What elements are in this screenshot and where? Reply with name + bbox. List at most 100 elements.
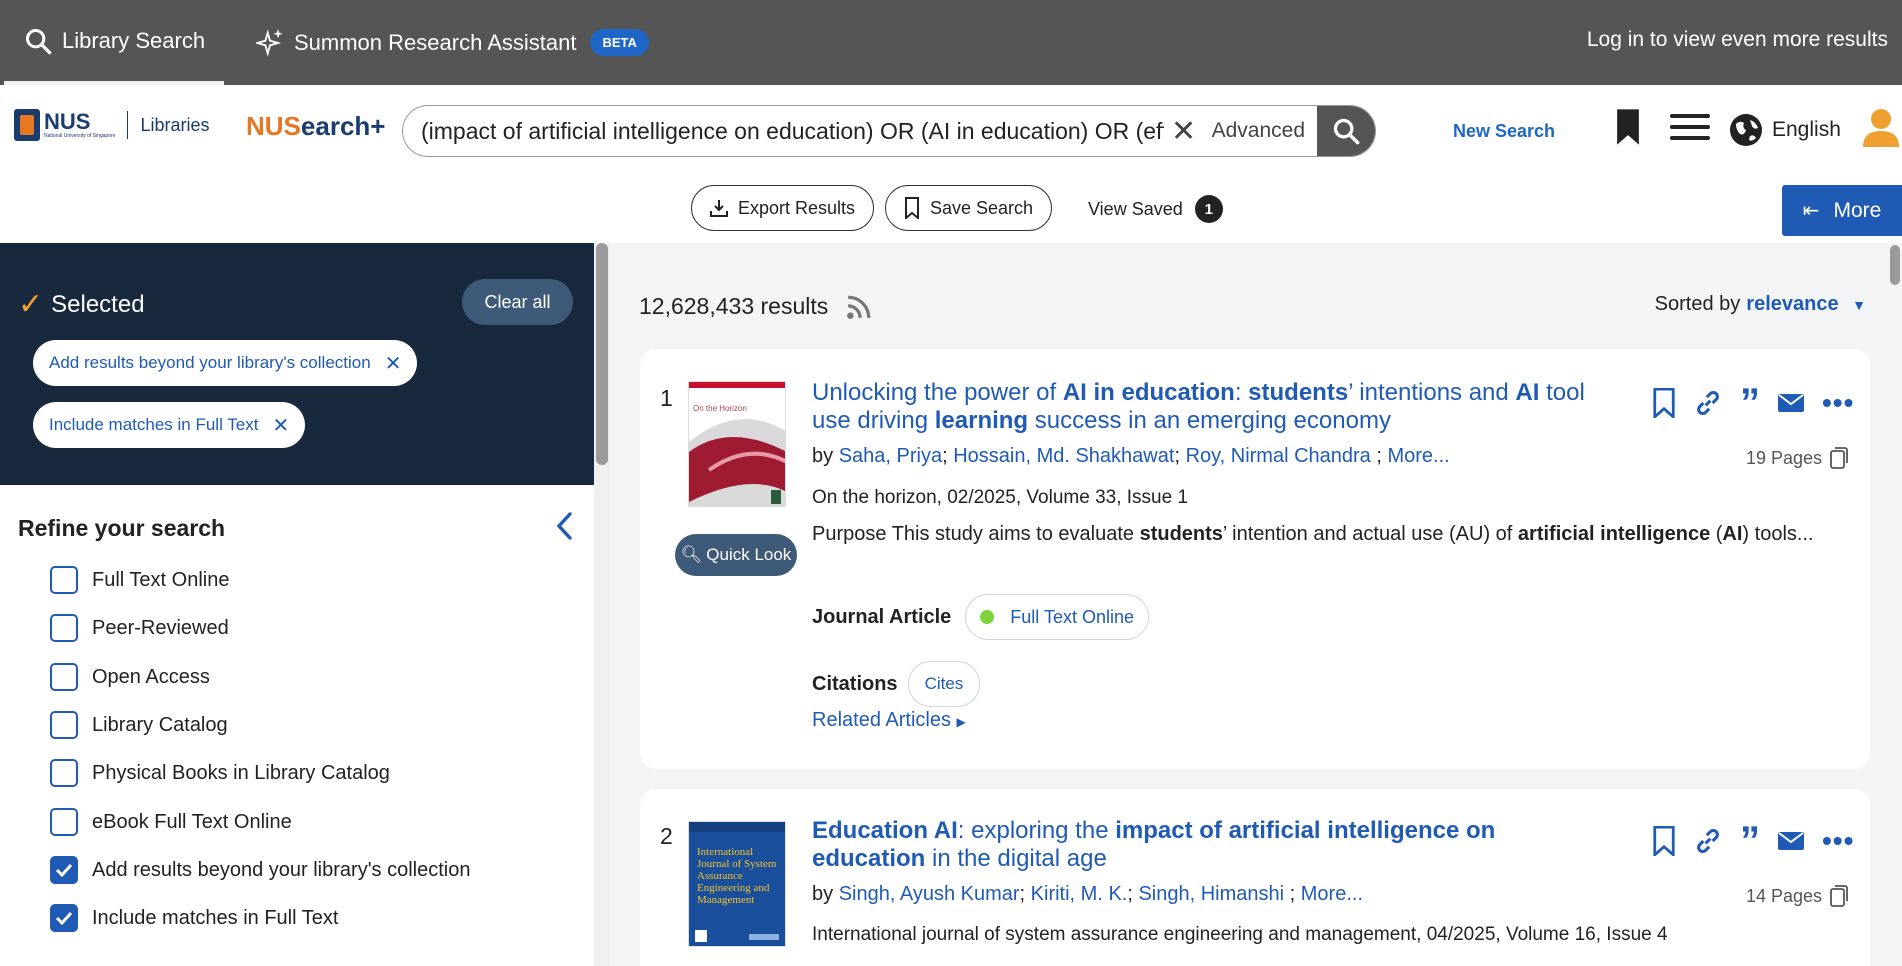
result-card: 2 International Journal of System Assura… — [640, 789, 1870, 966]
filter-chip[interactable]: Add results beyond your library's collec… — [33, 340, 418, 386]
result-count: 12,628,433 results — [639, 293, 872, 320]
tab-library-search-label: Library Search — [62, 27, 206, 53]
text-fragment: in the digital age — [925, 845, 1107, 872]
facet-full-text-online[interactable]: Full Text Online — [50, 565, 229, 595]
clear-search-icon[interactable]: ✕ — [1164, 114, 1204, 149]
tab-library-search[interactable]: Library Search — [4, 0, 224, 85]
collapse-sidebar-icon[interactable] — [554, 511, 574, 546]
highlighted-term: AI in education — [1062, 379, 1235, 406]
checkbox[interactable] — [50, 711, 78, 739]
checkbox[interactable] — [50, 663, 78, 691]
text-fragment: ’ intentions and — [1348, 379, 1516, 406]
highlighted-term: AI — [1515, 379, 1540, 406]
text-fragment: Purpose This study aims to evaluate — [812, 523, 1140, 545]
bookmark-icon[interactable] — [1614, 108, 1642, 151]
menu-icon[interactable] — [1670, 111, 1710, 148]
nusearch-logo-search: earch+ — [300, 111, 386, 141]
checkbox[interactable] — [50, 566, 78, 594]
results-toolbar: Export Results Save Search View Saved 1 … — [0, 185, 1902, 243]
remove-filter-icon[interactable]: ✕ — [385, 351, 402, 376]
save-search-button[interactable]: Save Search — [885, 185, 1053, 231]
author-link[interactable]: Roy, Nirmal Chandra — [1186, 445, 1371, 467]
checkbox[interactable] — [50, 759, 78, 787]
more-button[interactable]: ⇤ More — [1782, 185, 1902, 236]
author-separator: ; — [1127, 883, 1139, 905]
journal-cover-title: International Journal of System Assuranc… — [697, 846, 777, 906]
refine-sidebar: ✓ Selected Clear all Add results beyond … — [0, 243, 594, 966]
email-icon[interactable] — [1778, 393, 1804, 413]
view-saved-link[interactable]: View Saved 1 — [1088, 195, 1223, 223]
bookmark-result-icon[interactable] — [1652, 826, 1676, 856]
full-text-online-link[interactable]: Full Text Online — [965, 594, 1150, 640]
facet-library-catalog[interactable]: Library Catalog — [50, 710, 228, 740]
sort-selector[interactable]: Sorted by relevance ▼ — [1655, 293, 1866, 316]
more-authors-link[interactable]: More... — [1387, 445, 1449, 467]
zoom-icon: 🔍︎ — [680, 545, 703, 564]
facet-label: Open Access — [92, 665, 210, 688]
journal-cover-thumbnail[interactable]: On the Horizon — [688, 381, 786, 507]
language-selector[interactable]: English — [1728, 112, 1861, 148]
author-link[interactable]: Hossain, Md. Shakhawat — [953, 445, 1174, 467]
tab-summon-research-assistant[interactable]: Summon Research Assistant BETA — [256, 0, 649, 85]
checkbox[interactable] — [50, 808, 78, 836]
results-scrollbar[interactable] — [1886, 243, 1902, 966]
journal-cover-thumbnail[interactable]: International Journal of System Assuranc… — [688, 821, 786, 947]
facet-peer-reviewed[interactable]: Peer-Reviewed — [50, 613, 229, 643]
checkbox-checked[interactable] — [50, 904, 78, 932]
text-fragment: : — [1234, 379, 1249, 406]
facet-ebook-full-text[interactable]: eBook Full Text Online — [50, 807, 292, 837]
pages-icon — [1830, 447, 1848, 469]
link-icon[interactable] — [1694, 389, 1722, 417]
filter-chip-label: Add results beyond your library's collec… — [49, 353, 371, 372]
author-link[interactable]: Singh, Himanshi — [1138, 883, 1284, 905]
bookmark-result-icon[interactable] — [1652, 388, 1676, 418]
user-avatar-icon[interactable] — [1861, 107, 1901, 152]
cite-quote-icon[interactable]: ” — [1740, 381, 1760, 425]
author-separator: ; — [942, 445, 954, 467]
author-link[interactable]: Singh, Ayush Kumar — [839, 883, 1020, 905]
highlighted-term: learning — [934, 407, 1029, 434]
nus-full-name: National University of Singapore — [44, 133, 116, 139]
sidebar-scrollbar[interactable] — [594, 243, 610, 966]
filter-chip-label: Include matches in Full Text — [49, 415, 259, 434]
more-options-icon[interactable]: ••• — [1822, 387, 1854, 419]
result-number: 1 — [660, 385, 673, 411]
cites-button[interactable]: Cites — [907, 661, 981, 707]
advanced-search-link[interactable]: Advanced — [1204, 119, 1317, 143]
more-authors-link[interactable]: More... — [1301, 883, 1363, 905]
cite-quote-icon[interactable]: ” — [1740, 819, 1760, 863]
nus-libraries-logo[interactable]: NUS National University of Singapore Lib… — [14, 109, 209, 141]
author-link[interactable]: Saha, Priya — [839, 445, 942, 467]
result-title-link[interactable]: Education AI: exploring the impact of ar… — [812, 817, 1612, 873]
remove-filter-icon[interactable]: ✕ — [272, 413, 289, 438]
checkbox[interactable] — [50, 614, 78, 642]
login-link[interactable]: Log in to view even more results — [1587, 0, 1888, 80]
saved-count-badge: 1 — [1194, 195, 1223, 223]
related-articles-link[interactable]: Related Articles ▶ — [812, 709, 966, 732]
result-title-link[interactable]: Unlocking the power of AI in education: … — [812, 379, 1612, 435]
facet-add-results-beyond[interactable]: Add results beyond your library's collec… — [50, 855, 470, 885]
facet-open-access[interactable]: Open Access — [50, 662, 210, 692]
text-fragment: ’ intention and actual use (AU) of — [1222, 523, 1518, 545]
libraries-label: Libraries — [140, 114, 210, 135]
facet-physical-books[interactable]: Physical Books in Library Catalog — [50, 758, 390, 788]
filter-chip[interactable]: Include matches in Full Text ✕ — [33, 402, 306, 448]
author-link[interactable]: Kiriti, M. K. — [1031, 883, 1128, 905]
nusearch-logo[interactable]: NUSearch+ — [246, 111, 385, 142]
quick-look-button[interactable]: 🔍︎ Quick Look — [675, 534, 797, 576]
new-search-link[interactable]: New Search — [1453, 121, 1555, 142]
email-icon[interactable] — [1778, 831, 1804, 851]
sidebar-scrollbar-thumb[interactable] — [596, 243, 608, 465]
export-results-button[interactable]: Export Results — [691, 185, 875, 231]
clear-all-button[interactable]: Clear all — [462, 279, 573, 325]
result-number: 2 — [660, 823, 673, 849]
link-icon[interactable] — [1694, 827, 1722, 855]
rss-icon[interactable] — [846, 294, 872, 320]
search-button[interactable] — [1317, 106, 1375, 156]
results-scrollbar-thumb[interactable] — [1890, 245, 1900, 285]
search-bar: (impact of artificial intelligence on ed… — [402, 105, 1376, 157]
more-options-icon[interactable]: ••• — [1822, 825, 1854, 857]
checkbox-checked[interactable] — [50, 856, 78, 884]
search-input[interactable]: (impact of artificial intelligence on ed… — [403, 118, 1164, 145]
facet-include-full-text[interactable]: Include matches in Full Text — [50, 903, 338, 933]
